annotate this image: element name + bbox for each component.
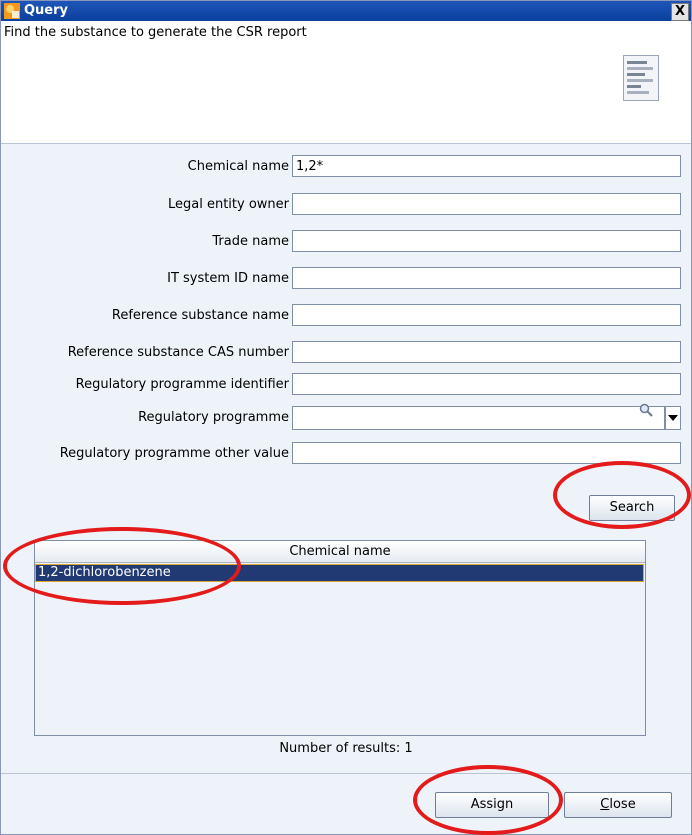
close-button[interactable]: Close	[564, 792, 672, 818]
cas-number-input[interactable]	[292, 341, 681, 363]
regulatory-programme-identifier-input[interactable]	[292, 373, 681, 395]
legal-entity-owner-label: Legal entity owner	[167, 197, 289, 212]
footer-divider	[1, 773, 691, 774]
close-icon[interactable]: X	[671, 3, 689, 21]
trade-name-label: Trade name	[212, 234, 289, 249]
reference-substance-name-input[interactable]	[292, 304, 681, 326]
search-button[interactable]: Search	[589, 495, 675, 521]
chemical-name-label: Chemical name	[187, 159, 289, 174]
reference-substance-name-label: Reference substance name	[111, 308, 289, 323]
title-bar[interactable]: Query X	[1, 1, 691, 21]
regulatory-programme-other-label: Regulatory programme other value	[59, 446, 289, 461]
it-system-id-label: IT system ID name	[167, 271, 289, 286]
trade-name-input[interactable]	[292, 230, 681, 252]
assign-button[interactable]: Assign	[435, 792, 549, 818]
legal-entity-owner-input[interactable]	[292, 193, 681, 215]
header-description: Find the substance to generate the CSR r…	[4, 25, 307, 40]
dialog-header: Find the substance to generate the CSR r…	[1, 21, 691, 144]
chemical-name-input[interactable]	[292, 155, 681, 177]
cas-number-label: Reference substance CAS number	[67, 345, 289, 360]
results-column-header[interactable]: Chemical name	[35, 541, 645, 563]
table-row[interactable]: 1,2-dichlorobenzene	[35, 564, 644, 582]
regulatory-programme-label: Regulatory programme	[138, 410, 289, 425]
results-table[interactable]: Chemical name 1,2-dichlorobenzene	[34, 540, 646, 736]
it-system-id-input[interactable]	[292, 267, 681, 289]
lookup-search-icon[interactable]	[639, 403, 653, 417]
query-dialog: Query X Find the substance to generate t…	[0, 0, 692, 835]
regulatory-programme-dropdown-button[interactable]	[665, 406, 681, 430]
window-title: Query	[24, 3, 69, 18]
document-icon	[623, 55, 659, 101]
regulatory-programme-other-input[interactable]	[292, 442, 681, 464]
chevron-down-icon	[668, 415, 678, 421]
regulatory-programme-identifier-label: Regulatory programme identifier	[75, 377, 289, 392]
regulatory-programme-input[interactable]	[292, 406, 665, 430]
close-mnemonic: C	[600, 797, 610, 812]
results-count: Number of results: 1	[279, 741, 413, 756]
close-label-rest: lose	[609, 797, 636, 812]
app-icon	[4, 3, 20, 19]
